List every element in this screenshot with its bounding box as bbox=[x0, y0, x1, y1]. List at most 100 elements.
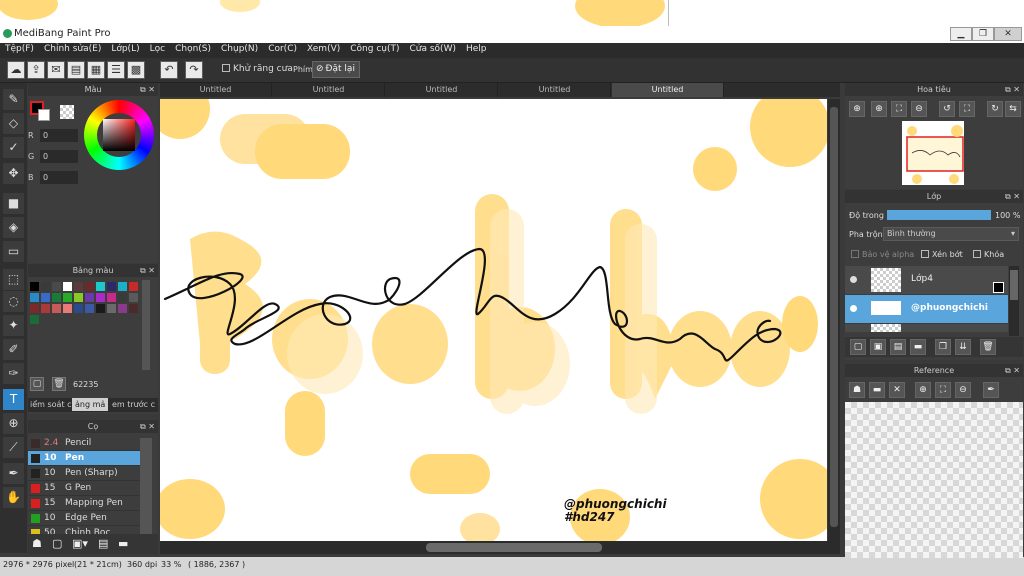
palette-swatch[interactable] bbox=[41, 282, 50, 291]
upload-icon[interactable]: ⇪ bbox=[27, 61, 45, 79]
chat-icon[interactable]: ✉ bbox=[47, 61, 65, 79]
palette-swatch[interactable] bbox=[107, 293, 116, 302]
palette-swatch[interactable] bbox=[107, 282, 116, 291]
palette-swatch[interactable] bbox=[107, 304, 116, 313]
palette-swatch[interactable] bbox=[85, 293, 94, 302]
brush-item[interactable]: 15 Mapping Pen bbox=[28, 496, 140, 511]
eraser-tool-icon[interactable]: ◇ bbox=[3, 113, 24, 134]
zoom-out-icon[interactable]: ⊖ bbox=[911, 101, 927, 117]
comment-icon[interactable]: ▤ bbox=[67, 61, 85, 79]
canvas-horizontal-scrollbar[interactable] bbox=[160, 541, 840, 554]
reference-close-icon[interactable]: ✕ bbox=[889, 382, 905, 398]
palette-swatch[interactable] bbox=[96, 304, 105, 313]
menu-filter[interactable]: Lọc bbox=[145, 43, 170, 54]
visibility-icon[interactable] bbox=[850, 276, 857, 283]
layer-row[interactable]: @phuongchichi bbox=[845, 295, 1008, 323]
brush-tool-icon[interactable]: ✎ bbox=[3, 89, 24, 110]
list-icon[interactable]: ☰ bbox=[107, 61, 125, 79]
hue-wheel[interactable] bbox=[84, 100, 154, 170]
blend-mode-select[interactable]: Bình thường ▾ bbox=[883, 227, 1019, 241]
redo-icon[interactable]: ↷ bbox=[185, 61, 203, 79]
protect-alpha-check-box[interactable] bbox=[851, 250, 859, 258]
panel-close-icon[interactable]: ⧉ ✕ bbox=[140, 264, 155, 277]
tab-untitled-1[interactable]: Untitled bbox=[160, 83, 272, 97]
new-palette-icon[interactable]: ▢ bbox=[30, 377, 44, 391]
divide-tool-icon[interactable]: ⟋ bbox=[3, 437, 24, 458]
palette-swatch[interactable] bbox=[41, 304, 50, 313]
select-eraser-icon[interactable]: ✑ bbox=[3, 363, 24, 384]
duplicate-layer-icon[interactable]: ❐ bbox=[935, 339, 951, 355]
palette-swatch[interactable] bbox=[52, 304, 61, 313]
drawing-canvas[interactable]: @phuongchichi #hd247 bbox=[160, 99, 827, 541]
hand-tool-icon[interactable]: ✋ bbox=[3, 487, 24, 508]
canvas-vertical-scrollbar[interactable] bbox=[828, 99, 840, 541]
g-value-field[interactable]: 0 bbox=[40, 150, 78, 163]
close-button[interactable]: ✕ bbox=[994, 27, 1022, 41]
clipping-checkbox[interactable]: Xén bớt bbox=[921, 250, 963, 259]
transparent-color[interactable] bbox=[60, 105, 74, 119]
flip-icon[interactable]: ⇆ bbox=[1005, 101, 1021, 117]
tab-palette[interactable]: ảng mả bbox=[72, 398, 109, 411]
magic-wand-icon[interactable]: ✦ bbox=[3, 315, 24, 336]
palette-swatch[interactable] bbox=[96, 293, 105, 302]
undo-icon[interactable]: ↶ bbox=[160, 61, 178, 79]
brush-cloud-icon[interactable]: ☗ bbox=[32, 537, 42, 550]
protect-alpha-checkbox[interactable]: Bảo vệ alpha bbox=[851, 250, 914, 259]
document-icon[interactable]: ▦ bbox=[87, 61, 105, 79]
panel-close-icon[interactable]: ⧉ ✕ bbox=[1005, 364, 1020, 377]
tab-untitled-4[interactable]: Untitled bbox=[499, 83, 611, 97]
r-value-field[interactable]: 0 bbox=[40, 129, 78, 142]
navigator-thumbnail[interactable] bbox=[902, 121, 964, 185]
palette-swatch[interactable] bbox=[74, 282, 83, 291]
b-value-field[interactable]: 0 bbox=[40, 171, 78, 184]
palette-swatch[interactable] bbox=[129, 282, 138, 291]
menu-snap[interactable]: Chụp(N) bbox=[216, 43, 263, 54]
brush-item[interactable]: 10 Edge Pen bbox=[28, 511, 140, 526]
brush-item[interactable]: 2.4 Pencil bbox=[28, 436, 140, 451]
tab-untitled-5[interactable]: Untitled bbox=[612, 83, 724, 97]
rotate-right-icon[interactable]: ↻ bbox=[987, 101, 1003, 117]
layer-row[interactable]: Lớp4 bbox=[845, 266, 1008, 294]
new-halftone-layer-icon[interactable]: ▣ bbox=[870, 339, 886, 355]
new-8bit-layer-icon[interactable]: ▤ bbox=[890, 339, 906, 355]
saturation-square[interactable] bbox=[103, 119, 135, 151]
menu-tools[interactable]: Công cụ(T) bbox=[345, 43, 404, 54]
layer-folder-icon[interactable]: ▬ bbox=[910, 339, 926, 355]
visibility-icon[interactable] bbox=[850, 305, 857, 312]
brush-item[interactable]: 15 G Pen bbox=[28, 481, 140, 496]
palette-swatch[interactable] bbox=[74, 293, 83, 302]
palette-swatch[interactable] bbox=[118, 304, 127, 313]
menu-edit[interactable]: Chỉnh sửa(E) bbox=[39, 43, 106, 54]
brush-scrollbar[interactable] bbox=[140, 438, 152, 534]
reset-button[interactable]: ⊘ Đặt lại bbox=[312, 61, 360, 78]
menu-window[interactable]: Cửa số(W) bbox=[405, 43, 461, 54]
palette-swatch[interactable] bbox=[63, 293, 72, 302]
palette-swatch[interactable] bbox=[129, 304, 138, 313]
menu-help[interactable]: Help bbox=[461, 43, 492, 54]
panel-close-icon[interactable]: ⧉ ✕ bbox=[1005, 190, 1020, 203]
tab-preview[interactable]: em trước c bbox=[112, 400, 155, 409]
panel-close-icon[interactable]: ⧉ ✕ bbox=[140, 420, 155, 433]
maximize-button[interactable]: ❐ bbox=[972, 27, 994, 41]
fit-icon[interactable]: ⛶ bbox=[891, 101, 907, 117]
bucket-tool-icon[interactable]: ◈ bbox=[3, 217, 24, 238]
eyedropper-tool-icon[interactable]: ✒ bbox=[3, 463, 24, 484]
rotate-left-icon[interactable]: ↺ bbox=[939, 101, 955, 117]
new-brush-icon[interactable]: ▢ bbox=[52, 537, 62, 550]
zoom-in-icon[interactable]: ⊕ bbox=[849, 101, 865, 117]
brush-add-icon[interactable]: ▣▾ bbox=[72, 537, 88, 550]
palette-swatch[interactable] bbox=[129, 293, 138, 302]
menu-select[interactable]: Chọn(S) bbox=[170, 43, 216, 54]
layer-list-scrollbar[interactable] bbox=[1009, 266, 1019, 336]
reference-eyedropper-icon[interactable]: ✒ bbox=[983, 382, 999, 398]
palette-swatch[interactable] bbox=[52, 282, 61, 291]
delete-layer-icon[interactable]: 🗑 bbox=[980, 339, 996, 355]
opacity-slider[interactable] bbox=[887, 210, 991, 220]
clipping-check-box[interactable] bbox=[921, 250, 929, 258]
minimize-button[interactable]: ▁ bbox=[950, 27, 972, 41]
check-tool-icon[interactable]: ✓ bbox=[3, 137, 24, 158]
trash-icon[interactable]: 🗑 bbox=[52, 377, 66, 391]
merge-layer-icon[interactable]: ⇊ bbox=[955, 339, 971, 355]
palette-swatch[interactable] bbox=[41, 293, 50, 302]
palette-swatch[interactable] bbox=[52, 293, 61, 302]
